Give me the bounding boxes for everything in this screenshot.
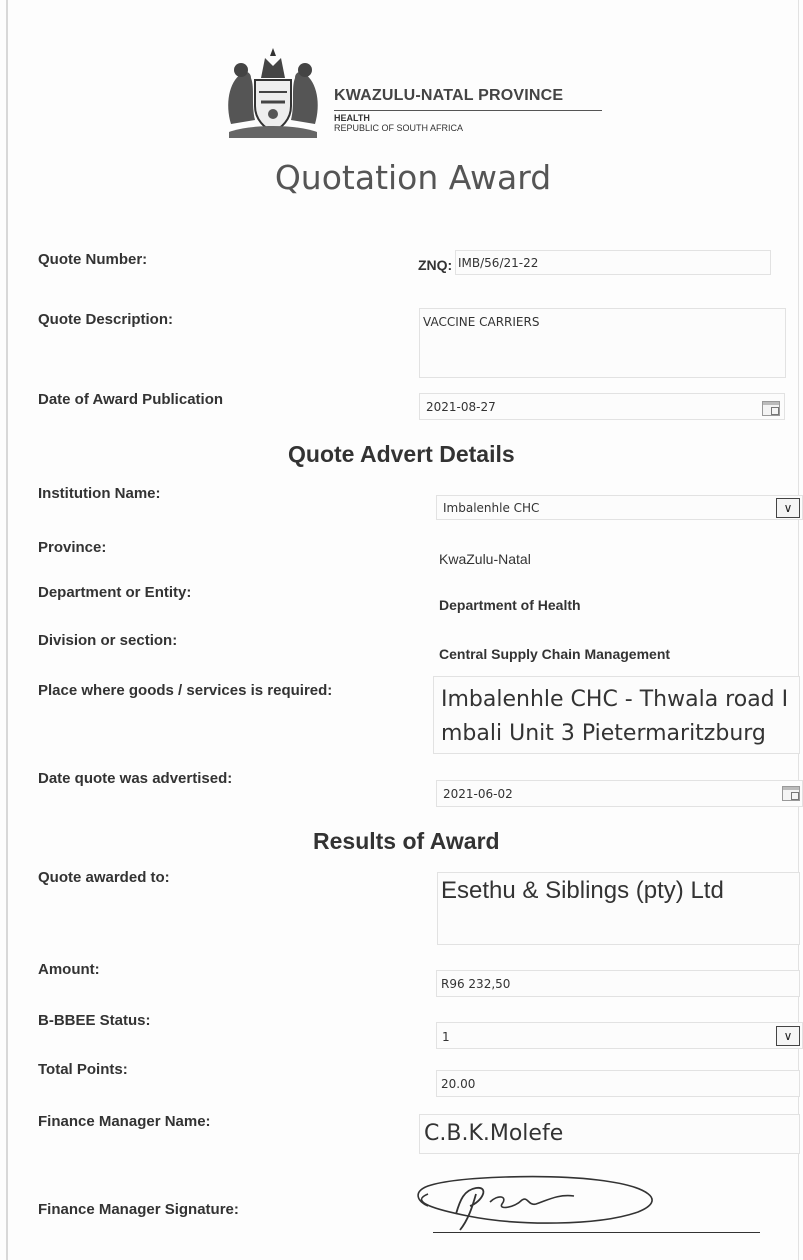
quote-description-label: Quote Description: bbox=[38, 311, 174, 328]
republic-name: REPUBLIC OF SOUTH AFRICA bbox=[334, 123, 464, 133]
chevron-down-icon[interactable]: ∨ bbox=[776, 498, 800, 518]
coat-of-arms-icon bbox=[228, 48, 318, 138]
award-date-value: 2021-08-27 bbox=[426, 400, 496, 414]
institution-label: Institution Name: bbox=[38, 485, 161, 502]
place-label: Place where goods / services is required… bbox=[38, 682, 333, 699]
signature-line bbox=[433, 1232, 760, 1233]
awarded-to-value: Esethu & Siblings (pty) Ltd bbox=[441, 877, 724, 904]
quote-number-prefix: ZNQ: bbox=[418, 257, 453, 273]
quote-number-value: IMB/56/21-22 bbox=[458, 256, 539, 270]
province-title: KWAZULU-NATAL PROVINCE bbox=[334, 87, 564, 104]
department-name: HEALTH bbox=[334, 113, 370, 123]
total-points-label: Total Points: bbox=[38, 1061, 128, 1078]
province-label: Province: bbox=[38, 539, 107, 556]
department-label: Department or Entity: bbox=[38, 584, 192, 601]
advert-details-heading: Quote Advert Details bbox=[288, 441, 515, 467]
calendar-icon[interactable] bbox=[762, 401, 780, 416]
finance-manager-signature-label: Finance Manager Signature: bbox=[38, 1201, 239, 1218]
total-points-value: 20.00 bbox=[441, 1077, 476, 1091]
award-date-label: Date of Award Publication bbox=[38, 391, 224, 408]
amount-label: Amount: bbox=[38, 961, 100, 978]
calendar-icon[interactable] bbox=[782, 786, 800, 801]
awarded-to-label: Quote awarded to: bbox=[38, 869, 170, 886]
letterhead: KWAZULU-NATAL PROVINCE HEALTH REPUBLIC O… bbox=[221, 44, 621, 144]
place-value-line2: mbali Unit 3 Pietermaritzburg bbox=[441, 721, 766, 746]
finance-manager-name-value: C.B.K.Molefe bbox=[424, 1121, 564, 1146]
total-points-field[interactable] bbox=[436, 1070, 800, 1097]
chevron-down-icon[interactable]: ∨ bbox=[776, 1026, 800, 1046]
bbbee-value: 1 bbox=[442, 1030, 450, 1044]
province-value: KwaZulu-Natal bbox=[439, 551, 531, 567]
quote-number-label: Quote Number: bbox=[38, 251, 148, 268]
department-value: Department of Health bbox=[439, 597, 581, 613]
bbbee-label: B-BBEE Status: bbox=[38, 1012, 151, 1029]
advertised-date-value: 2021-06-02 bbox=[443, 787, 513, 801]
division-value: Central Supply Chain Management bbox=[439, 646, 671, 662]
quote-description-value: VACCINE CARRIERS bbox=[423, 315, 540, 329]
letterhead-rule bbox=[334, 110, 602, 111]
page-title: Quotation Award bbox=[274, 158, 552, 197]
advertised-date-label: Date quote was advertised: bbox=[38, 770, 233, 787]
place-value-line1: Imbalenhle CHC - Thwala road I bbox=[441, 687, 789, 712]
signature-scribble bbox=[417, 1175, 653, 1231]
results-heading: Results of Award bbox=[313, 828, 500, 854]
finance-manager-name-label: Finance Manager Name: bbox=[38, 1113, 211, 1130]
bbbee-select[interactable] bbox=[436, 1022, 803, 1049]
institution-value: Imbalenhle CHC bbox=[443, 501, 540, 515]
amount-value: R96 232,50 bbox=[441, 977, 511, 991]
division-label: Division or section: bbox=[38, 632, 178, 649]
